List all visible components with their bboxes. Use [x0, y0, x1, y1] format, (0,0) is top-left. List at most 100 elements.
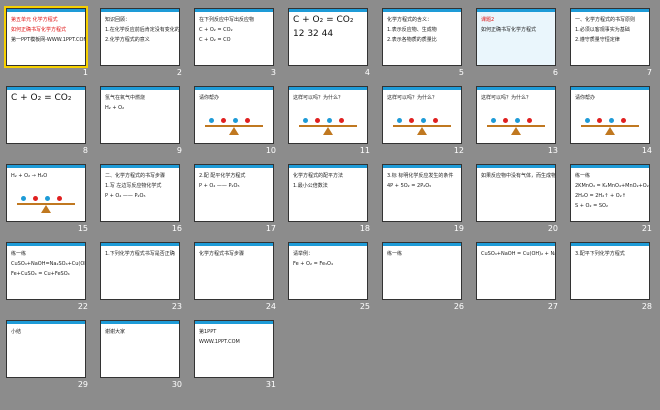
slide-thumbnail[interactable]: 练一练	[382, 242, 462, 300]
slide-thumbnail-cell[interactable]: 这样可以吗？为什么？ 11	[286, 84, 380, 162]
slide-thumbnail[interactable]: CuSO₄+NaOH = Cu(OH)₂ + Na₂SO₄	[476, 242, 556, 300]
slide-thumbnail-cell[interactable]: 练一练 CuSO₄+NaOH=Na₂SO₄+Cu(OH)₂ Fe+CuSO₄ = C…	[4, 240, 98, 318]
slide-thumbnail-cell[interactable]: 在下列反应中写出反应物 C + O₂ = CO₂ C + O₂ = CO 3	[192, 6, 286, 84]
slide-thumbnail[interactable]: 这样可以吗？为什么？	[476, 86, 556, 144]
slide-thumbnail-cell[interactable]: 1.下列化学方程式书写是否正确 23	[98, 240, 192, 318]
slide-thumbnail[interactable]: 课题2 如何正确书写化学方程式	[476, 8, 556, 66]
slide-thumbnail[interactable]: 请你帮办	[570, 86, 650, 144]
slide-thumbnail[interactable]: 1.下列化学方程式书写是否正确	[100, 242, 180, 300]
slide-thumbnail-cell[interactable]: 练一练 26	[380, 240, 474, 318]
slide-thumbnail-cell[interactable]: H₂ + O₂ → H₂O 15	[4, 162, 98, 240]
slide-thumbnail[interactable]: 在下列反应中写出反应物 C + O₂ = CO₂ C + O₂ = CO	[194, 8, 274, 66]
slide-thumbnail-cell[interactable]: 谢谢大家 30	[98, 318, 192, 396]
slide-text: 在下列反应中写出反应物	[199, 17, 255, 23]
atom-dot	[609, 118, 614, 123]
slide-header-bar	[195, 165, 273, 168]
slide-thumbnail[interactable]: 知识回顾： 1.在化学反应前后肯定没有变化的是 2.化学方程式的意义	[100, 8, 180, 66]
slide-text: 二、化学方程式的书写步骤	[105, 173, 166, 179]
slide-thumbnail-cell[interactable]: 二、化学方程式的书写步骤 1.写 左边写反应物化学式 P + O₂ —— P₂O₅ 1…	[98, 162, 192, 240]
slide-thumbnail[interactable]: 化学方程式书写步骤	[194, 242, 274, 300]
slide-number: 31	[265, 380, 276, 389]
slide-thumbnail[interactable]: 谢谢大家	[100, 320, 180, 378]
slide-thumbnail-cell[interactable]: C + O₂ = CO₂ 12 32 44 4	[286, 6, 380, 84]
slide-thumbnail-cell[interactable]: 化学方程式书写步骤 24	[192, 240, 286, 318]
slide-thumbnail-cell[interactable]: 第五单元 化学方程式 如何正确书写化学方程式 第一PPT模板网-WWW.1PPT.C…	[4, 6, 98, 84]
slide-number: 9	[176, 146, 182, 155]
slide-thumbnail-cell[interactable]: 这样可以吗？为什么？ 13	[474, 84, 568, 162]
slide-number: 12	[453, 146, 464, 155]
slide-thumbnail-cell[interactable]: 请举例： Fe + O₂ = Fe₃O₄ 25	[286, 240, 380, 318]
slide-text: 2H₂O = 2H₂↑ + O₂↑	[575, 193, 626, 199]
slide-thumbnail[interactable]: 练一练 2KMnO₄ = K₂MnO₄+MnO₂+O₂↑ 2H₂O = 2H₂↑ +…	[570, 164, 650, 222]
slide-thumbnail-cell[interactable]: 3.配平下列化学方程式 28	[568, 240, 660, 318]
slide-thumbnail-cell[interactable]: 请你帮办 10	[192, 84, 286, 162]
slide-thumbnail[interactable]: 2.配 配平化学方程式 P + O₂ —— P₂O₅	[194, 164, 274, 222]
slide-header-bar	[7, 87, 85, 90]
slide-text: 请你帮办	[575, 95, 596, 101]
slide-thumbnail[interactable]: 这样可以吗？为什么？	[288, 86, 368, 144]
atom-dot	[221, 118, 226, 123]
slide-thumbnail[interactable]: 请举例： Fe + O₂ = Fe₃O₄	[288, 242, 368, 300]
slide-thumbnail[interactable]: 二、化学方程式的书写步骤 1.写 左边写反应物化学式 P + O₂ —— P₂O₅	[100, 164, 180, 222]
slide-text: 谢谢大家	[105, 329, 126, 335]
slide-thumbnail[interactable]: H₂ + O₂ → H₂O	[6, 164, 86, 222]
slide-thumbnail-cell[interactable]: 化学方程式的含义： 1.表示反应物、生成物 2.表示各物质的质量比 5	[380, 6, 474, 84]
slide-number: 14	[641, 146, 652, 155]
slide-thumbnail-cell[interactable]: 请你帮办 14	[568, 84, 660, 162]
slide-thumbnail[interactable]: 这样可以吗？为什么？	[382, 86, 462, 144]
slide-thumbnail-cell[interactable]: CuSO₄+NaOH = Cu(OH)₂ + Na₂SO₄ 27	[474, 240, 568, 318]
slide-header-bar	[289, 243, 367, 246]
slide-text: 4P + 5O₂ = 2P₂O₅	[387, 183, 432, 189]
slide-thumbnail[interactable]: 小结	[6, 320, 86, 378]
slide-thumbnail[interactable]: 如果反应物中没有气体，而生成物中出现了气体，需在气体物质的化学式右边注↑号	[476, 164, 556, 222]
slide-number: 18	[359, 224, 370, 233]
slide-number: 15	[77, 224, 88, 233]
slide-thumbnail-cell[interactable]: 这样可以吗？为什么？ 12	[380, 84, 474, 162]
slide-header-bar	[195, 9, 273, 12]
atom-dot	[45, 196, 50, 201]
slide-thumbnail[interactable]: C + O₂ = CO₂ 12 32 44	[288, 8, 368, 66]
balance-fulcrum	[229, 127, 239, 135]
slide-thumbnail[interactable]: 练一练 CuSO₄+NaOH=Na₂SO₄+Cu(OH)₂ Fe+CuSO₄ = C…	[6, 242, 86, 300]
slide-thumbnail-cell[interactable]: 练一练 2KMnO₄ = K₂MnO₄+MnO₂+O₂↑ 2H₂O = 2H₂↑ +…	[568, 162, 660, 240]
slide-thumbnail-cell[interactable]: 化学方程式的配平方法 1.最小公倍数法 18	[286, 162, 380, 240]
slide-thumbnail[interactable]: 3.配平下列化学方程式	[570, 242, 650, 300]
slide-thumbnail-cell[interactable]: 课题2 如何正确书写化学方程式 6	[474, 6, 568, 84]
slide-thumbnail[interactable]: 请你帮办	[194, 86, 274, 144]
slide-thumbnail[interactable]: 氢气在氧气中燃烧 H₂ + O₂	[100, 86, 180, 144]
slide-thumbnail[interactable]: C + O₂ = CO₂	[6, 86, 86, 144]
slide-thumbnail-cell[interactable]: 3.标 标明化学反应发生的条件 4P + 5O₂ = 2P₂O₅ 19	[380, 162, 474, 240]
slide-text: 第五单元 化学方程式	[11, 17, 58, 23]
slide-thumbnail[interactable]: 第1PPT WWW.1PPT.COM	[194, 320, 274, 378]
slide-thumbnail-cell[interactable]: 氢气在氧气中燃烧 H₂ + O₂ 9	[98, 84, 192, 162]
slide-number: 22	[77, 302, 88, 311]
slide-text: 课题2	[481, 17, 495, 23]
slide-number: 13	[547, 146, 558, 155]
slide-thumbnail-cell[interactable]: 2.配 配平化学方程式 P + O₂ —— P₂O₅ 17	[192, 162, 286, 240]
slide-header-bar	[383, 9, 461, 12]
slide-thumbnail[interactable]: 3.标 标明化学反应发生的条件 4P + 5O₂ = 2P₂O₅	[382, 164, 462, 222]
slide-thumbnail-cell[interactable]: 一、化学方程式的书写原则 1.必须以客观事实为基础 2.遵守质量守恒定律 7	[568, 6, 660, 84]
slide-thumbnail[interactable]: 化学方程式的配平方法 1.最小公倍数法	[288, 164, 368, 222]
slide-header-bar	[477, 243, 555, 246]
atom-dot	[585, 118, 590, 123]
slide-thumbnail[interactable]: 化学方程式的含义： 1.表示反应物、生成物 2.表示各物质的质量比	[382, 8, 462, 66]
slide-text: 1.最小公倍数法	[293, 183, 328, 189]
slide-text: 1.必须以客观事实为基础	[575, 27, 630, 33]
slide-text: CuSO₄+NaOH=Na₂SO₄+Cu(OH)₂	[11, 261, 86, 267]
slide-text: 一、化学方程式的书写原则	[575, 17, 636, 23]
slide-thumbnail-cell[interactable]: 知识回顾： 1.在化学反应前后肯定没有变化的是 2.化学方程式的意义 2	[98, 6, 192, 84]
slide-header-bar	[289, 165, 367, 168]
slide-thumbnail[interactable]: 第五单元 化学方程式 如何正确书写化学方程式 第一PPT模板网-WWW.1PPT.C…	[4, 6, 88, 68]
slide-thumbnail[interactable]: 一、化学方程式的书写原则 1.必须以客观事实为基础 2.遵守质量守恒定律	[570, 8, 650, 66]
slide-text: P + O₂ —— P₂O₅	[105, 193, 146, 199]
slide-thumbnail-cell[interactable]: C + O₂ = CO₂ 8	[4, 84, 98, 162]
slide-thumbnail-cell[interactable]: 如果反应物中没有气体，而生成物中出现了气体，需在气体物质的化学式右边注↑号 20	[474, 162, 568, 240]
slide-header-bar	[7, 9, 85, 12]
slide-thumbnail-cell[interactable]: 小结 29	[4, 318, 98, 396]
slide-thumbnail-cell[interactable]: 第1PPT WWW.1PPT.COM 31	[192, 318, 286, 396]
slide-number: 5	[458, 68, 464, 77]
slide-header-bar	[195, 243, 273, 246]
atom-dot	[421, 118, 426, 123]
slide-text: 第1PPT	[199, 329, 217, 335]
